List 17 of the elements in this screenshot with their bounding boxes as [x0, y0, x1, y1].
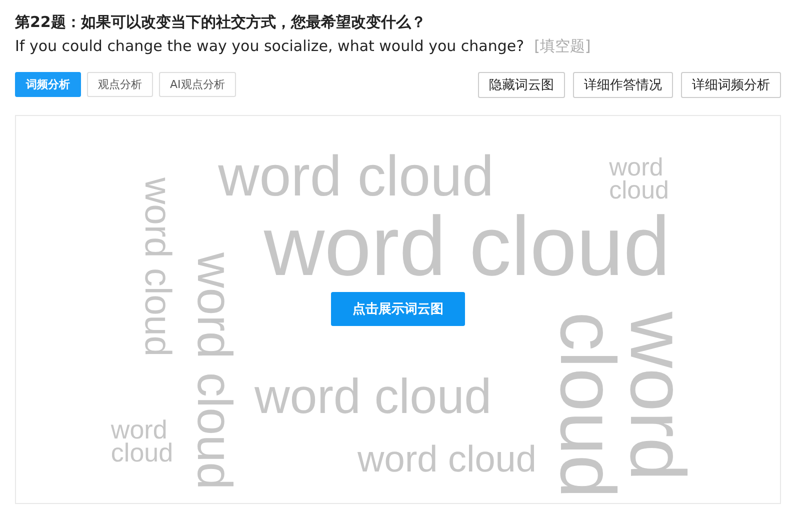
question-text: If you could change the way you socialize, what would you change?: [15, 36, 524, 57]
action-button[interactable]: 详细作答情况: [573, 72, 673, 98]
action-button[interactable]: 隐藏词云图: [478, 72, 565, 98]
analysis-tab[interactable]: 观点分析: [87, 72, 153, 97]
word-cloud-word: word cloud: [609, 156, 669, 202]
word-cloud-word: word cloud: [358, 442, 536, 476]
word-cloud-word: word cloud: [141, 178, 175, 356]
word-cloud-word: word cloud: [192, 252, 236, 490]
word-cloud-word: word cloud: [110, 418, 174, 466]
word-cloud-word: word cloud: [218, 151, 494, 203]
question-title: 第22题：如果可以改变当下的社交方式，您最希望改变什么？: [15, 12, 427, 33]
analysis-tab[interactable]: AI观点分析: [159, 72, 236, 97]
question-type-tag: [填空题]: [534, 34, 591, 58]
word-cloud-word: word cloud: [254, 374, 492, 420]
action-button[interactable]: 详细词频分析: [681, 72, 781, 98]
word-cloud-word: word cloud: [552, 312, 694, 498]
word-cloud-word: word cloud: [264, 209, 670, 285]
